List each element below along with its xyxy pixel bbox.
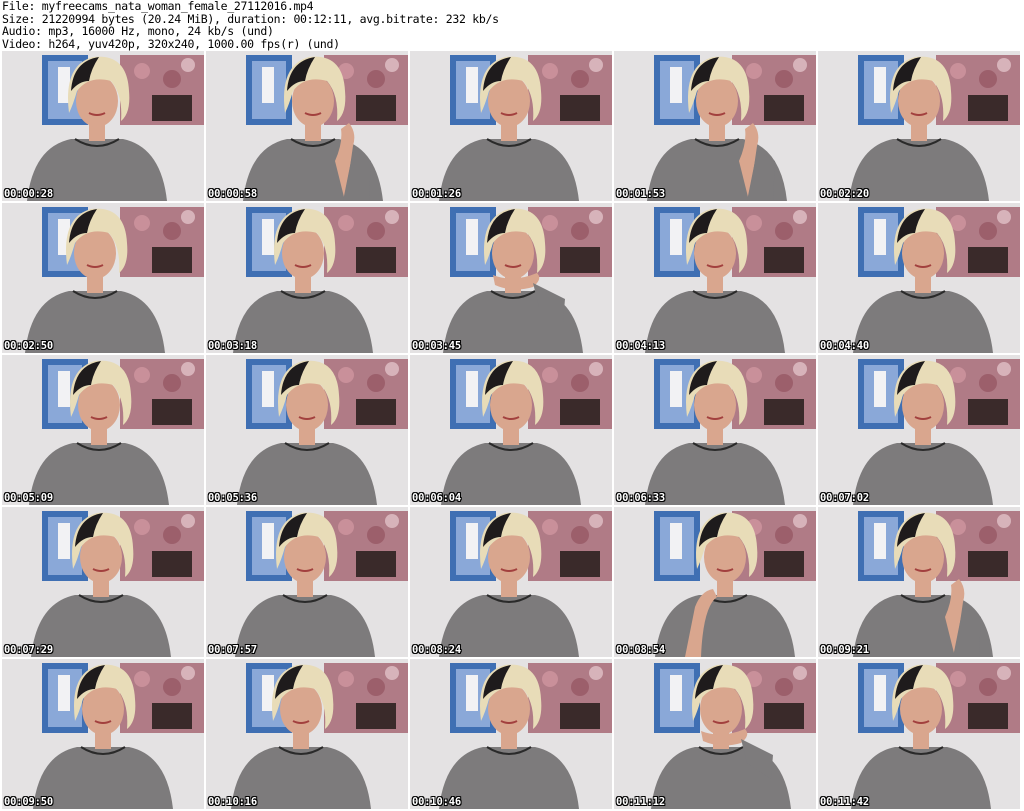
frame-timestamp: 00:02:20 [820, 188, 869, 200]
thumbnail-grid: 00:00:28 00:00:58 00:01:26 00:01:53 00:0… [0, 51, 1024, 811]
frame-image [818, 659, 1020, 809]
video-frame-thumbnail: 00:05:36 [206, 355, 408, 505]
video-frame-thumbnail: 00:01:53 [614, 51, 816, 201]
video-frame-thumbnail: 00:03:18 [206, 203, 408, 353]
frame-image [2, 507, 204, 657]
frame-image [206, 51, 408, 201]
frame-timestamp: 00:03:45 [412, 340, 461, 352]
frame-timestamp: 00:06:04 [412, 492, 461, 504]
video-frame-thumbnail: 00:10:46 [410, 659, 612, 809]
frame-image [410, 507, 612, 657]
frame-image [818, 355, 1020, 505]
video-frame-thumbnail: 00:03:45 [410, 203, 612, 353]
video-frame-thumbnail: 00:06:04 [410, 355, 612, 505]
frame-image [614, 203, 816, 353]
video-frame-thumbnail: 00:07:29 [2, 507, 204, 657]
frame-image [818, 203, 1020, 353]
video-frame-thumbnail: 00:07:57 [206, 507, 408, 657]
video-info-line: Video: h264, yuv420p, 320x240, 1000.00 f… [2, 36, 340, 51]
video-frame-thumbnail: 00:00:28 [2, 51, 204, 201]
frame-timestamp: 00:06:33 [616, 492, 665, 504]
video-frame-thumbnail: 00:09:50 [2, 659, 204, 809]
frame-image [614, 51, 816, 201]
video-frame-thumbnail: 00:01:26 [410, 51, 612, 201]
frame-timestamp: 00:09:21 [820, 644, 869, 656]
frame-image [614, 507, 816, 657]
frame-timestamp: 00:08:54 [616, 644, 665, 656]
frame-image [410, 51, 612, 201]
frame-timestamp: 00:07:02 [820, 492, 869, 504]
frame-image [206, 507, 408, 657]
frame-image [2, 355, 204, 505]
frame-timestamp: 00:11:42 [820, 796, 869, 808]
file-info-header: File: myfreecams_nata_woman_female_27112… [2, 0, 1022, 50]
frame-timestamp: 00:03:18 [208, 340, 257, 352]
frame-image [206, 659, 408, 809]
frame-timestamp: 00:07:29 [4, 644, 53, 656]
frame-timestamp: 00:05:09 [4, 492, 53, 504]
frame-image [206, 203, 408, 353]
frame-image [410, 659, 612, 809]
frame-timestamp: 00:11:12 [616, 796, 665, 808]
video-frame-thumbnail: 00:07:02 [818, 355, 1020, 505]
frame-image [614, 659, 816, 809]
frame-timestamp: 00:01:53 [616, 188, 665, 200]
video-frame-thumbnail: 00:04:13 [614, 203, 816, 353]
video-frame-thumbnail: 00:08:24 [410, 507, 612, 657]
video-frame-thumbnail: 00:02:20 [818, 51, 1020, 201]
video-frame-thumbnail: 00:02:50 [2, 203, 204, 353]
frame-timestamp: 00:10:16 [208, 796, 257, 808]
frame-image [2, 203, 204, 353]
audio-info-line: Audio: mp3, 16000 Hz, mono, 24 kb/s (und… [2, 24, 274, 38]
frame-image [410, 203, 612, 353]
video-frame-thumbnail: 00:10:16 [206, 659, 408, 809]
frame-timestamp: 00:04:40 [820, 340, 869, 352]
frame-image [410, 355, 612, 505]
frame-timestamp: 00:08:24 [412, 644, 461, 656]
frame-timestamp: 00:10:46 [412, 796, 461, 808]
frame-timestamp: 00:00:58 [208, 188, 257, 200]
file-name-line: File: myfreecams_nata_woman_female_27112… [2, 0, 314, 13]
video-frame-thumbnail: 00:08:54 [614, 507, 816, 657]
frame-image [2, 51, 204, 201]
video-frame-thumbnail: 00:11:42 [818, 659, 1020, 809]
frame-timestamp: 00:05:36 [208, 492, 257, 504]
video-frame-thumbnail: 00:06:33 [614, 355, 816, 505]
video-frame-thumbnail: 00:00:58 [206, 51, 408, 201]
frame-image [2, 659, 204, 809]
video-frame-thumbnail: 00:05:09 [2, 355, 204, 505]
frame-image [818, 51, 1020, 201]
video-frame-thumbnail: 00:04:40 [818, 203, 1020, 353]
frame-timestamp: 00:01:26 [412, 188, 461, 200]
frame-timestamp: 00:09:50 [4, 796, 53, 808]
frame-image [614, 355, 816, 505]
frame-timestamp: 00:04:13 [616, 340, 665, 352]
frame-timestamp: 00:00:28 [4, 188, 53, 200]
video-frame-thumbnail: 00:09:21 [818, 507, 1020, 657]
video-frame-thumbnail: 00:11:12 [614, 659, 816, 809]
frame-image [818, 507, 1020, 657]
frame-timestamp: 00:07:57 [208, 644, 257, 656]
frame-timestamp: 00:02:50 [4, 340, 53, 352]
frame-image [206, 355, 408, 505]
